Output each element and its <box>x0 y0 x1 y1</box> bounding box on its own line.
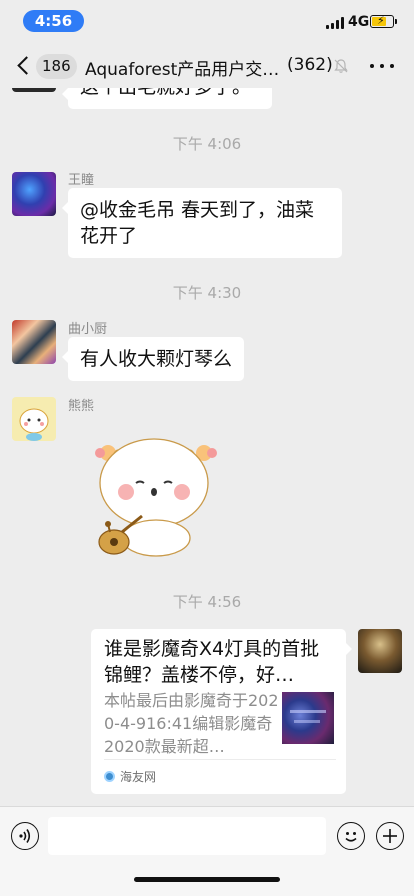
voice-button[interactable] <box>11 822 39 850</box>
avatar[interactable] <box>12 397 56 441</box>
add-button[interactable] <box>376 822 404 850</box>
unread-count-badge: 186 <box>36 54 77 79</box>
link-card-thumbnail <box>282 692 334 744</box>
link-card[interactable]: 谁是影魔奇X4灯具的首批锦鲤？盖楼不停，好… 本帖最后由影魔奇于2020-4-9… <box>91 629 352 794</box>
emoji-icon <box>345 832 357 842</box>
chat-nav-bar: 186 Aquaforest产品用户交… (362) <box>0 44 414 88</box>
avatar[interactable] <box>12 88 56 92</box>
divider <box>104 759 336 760</box>
timestamp: 下午 4:56 <box>172 593 242 611</box>
timestamp: 下午 4:06 <box>172 135 242 153</box>
chevron-left-icon <box>17 56 36 75</box>
chat-input-bar <box>0 806 414 896</box>
message-bubble[interactable]: 有人收大颗灯琴么 <box>61 337 245 381</box>
status-bar: 4:56 4G ⚡ <box>0 0 414 44</box>
message-input[interactable] <box>48 817 326 855</box>
sender-name: 王瞳 <box>68 173 95 188</box>
message-text: 有人收大颗灯琴么 <box>80 348 233 370</box>
message-text: 这个出毛就好多了。 <box>80 88 251 98</box>
battery-tip <box>395 19 397 24</box>
sender-name: 曲小厨 <box>68 322 108 337</box>
avatar[interactable] <box>358 629 402 673</box>
back-button[interactable]: 186 <box>12 50 77 82</box>
timestamp: 下午 4:30 <box>172 284 242 302</box>
bear-playing-instrument-sticker[interactable] <box>84 428 224 558</box>
chat-message-list[interactable]: 这个出毛就好多了。 下午 4:06 王瞳 @收金毛吊 春天到了，油菜花开了 下午… <box>0 88 414 806</box>
emoji-button[interactable] <box>337 822 365 850</box>
globe-icon <box>104 771 115 782</box>
link-card-description: 本帖最后由影魔奇于2020-4-916:41编辑影魔奇 2020款最新超… <box>104 691 279 756</box>
signal-icon <box>326 17 346 29</box>
home-indicator[interactable] <box>134 877 280 882</box>
avatar[interactable] <box>12 172 56 216</box>
sender-name: 熊熊 <box>68 399 95 414</box>
battery-icon: ⚡ <box>370 14 394 28</box>
more-button[interactable] <box>366 52 398 80</box>
member-count: (362) <box>287 55 333 75</box>
bell-muted-icon <box>334 59 348 73</box>
voice-icon <box>19 829 31 843</box>
chat-title[interactable]: Aquaforest产品用户交… <box>85 55 280 79</box>
link-card-source: 海友网 <box>120 770 157 784</box>
bear-avatar-icon <box>19 408 49 441</box>
plus-icon <box>383 829 397 843</box>
message-text: @收金毛吊 春天到了，油菜花开了 <box>80 199 315 247</box>
message-bubble[interactable]: 这个出毛就好多了。 <box>62 88 272 109</box>
network-label: 4G <box>348 14 370 30</box>
status-time[interactable]: 4:56 <box>23 10 84 32</box>
message-bubble[interactable]: @收金毛吊 春天到了，油菜花开了 <box>62 188 342 258</box>
avatar[interactable] <box>12 320 56 364</box>
link-card-title: 谁是影魔奇X4灯具的首批锦鲤？盖楼不停，好… <box>104 638 320 686</box>
